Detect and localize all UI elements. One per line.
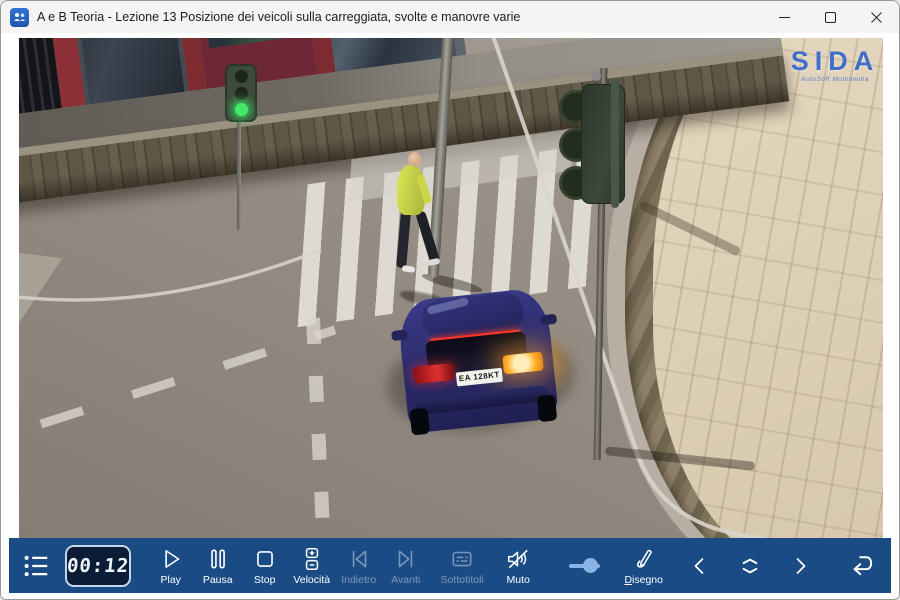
store-traffic-light [225, 64, 257, 122]
elapsed-time-display: 00:12 [65, 545, 131, 587]
green-lamp-on [235, 103, 248, 116]
draw-button[interactable]: Disegno [624, 546, 663, 586]
car-body: EA 128KT [396, 287, 559, 434]
chevron-up-down-icon [736, 552, 764, 580]
maximize-button[interactable] [807, 1, 853, 33]
window-title: A e B Teoria - Lezione 13 Posizione dei … [37, 10, 520, 24]
play-label: Play [160, 574, 180, 586]
app-users-icon [10, 8, 29, 27]
skip-next-icon [393, 546, 419, 572]
sida-logo-subtext: AutoSoft Multimedia [783, 76, 883, 83]
next-slide-button[interactable] [785, 549, 815, 583]
lesson-navigation [685, 549, 891, 583]
blue-car: EA 128KT [388, 280, 573, 449]
index-updown-button[interactable] [735, 549, 765, 583]
pedestrian-leg [415, 211, 440, 264]
right-turn-signal [502, 351, 544, 374]
car-mirror [391, 329, 408, 341]
video-viewport[interactable]: EA 128KT SIDA AutoSoft Multimedia [19, 38, 883, 538]
volume-slider-thumb[interactable] [583, 558, 598, 573]
store-traffic-light-pole [237, 118, 241, 230]
stop-button[interactable]: Stop [241, 546, 288, 586]
mute-button[interactable]: Muto [495, 546, 541, 586]
minimize-button[interactable] [761, 1, 807, 33]
return-arrow-icon [849, 551, 879, 581]
transport-controls: Play Pausa Stop [147, 546, 541, 586]
chevron-left-icon [688, 554, 712, 578]
draw-label: Disegno [624, 574, 663, 586]
mute-icon [505, 546, 531, 572]
content-area: EA 128KT SIDA AutoSoft Multimedia [1, 33, 899, 599]
red-lamp-off [235, 70, 248, 83]
pause-button[interactable]: Pausa [194, 546, 241, 586]
pen-icon [631, 546, 657, 572]
pedestrian [387, 152, 447, 310]
pedestrian-shoe [427, 258, 441, 267]
stop-label: Stop [254, 574, 276, 586]
car-wheel [409, 408, 430, 436]
titlebar: A e B Teoria - Lezione 13 Posizione dei … [1, 1, 899, 34]
pause-icon [205, 546, 231, 572]
return-button[interactable] [849, 549, 879, 583]
chevron-right-icon [788, 554, 812, 578]
pedestrian-shoe [402, 265, 416, 273]
playlist-button[interactable] [21, 551, 51, 581]
mute-label: Muto [507, 574, 530, 586]
play-button[interactable]: Play [147, 546, 194, 586]
subtitles-label: Sottotitoli [441, 574, 484, 586]
traffic-light-cap [591, 71, 601, 81]
skip-previous-icon [346, 546, 372, 572]
previous-slide-button[interactable] [685, 549, 715, 583]
pause-label: Pausa [203, 574, 233, 586]
speed-button[interactable]: Velocità [288, 546, 335, 586]
play-icon [158, 546, 184, 572]
car-wheel [537, 394, 558, 422]
list-icon [21, 551, 51, 581]
subtitles-icon [449, 546, 475, 572]
traffic-light-bracket [611, 78, 619, 208]
elapsed-time: 00:12 [66, 555, 131, 577]
pedestrian-head [408, 152, 421, 167]
subtitles-button: Sottotitoli [429, 546, 495, 586]
back-button: Indietro [335, 546, 382, 586]
close-button[interactable] [853, 1, 899, 33]
app-window: A e B Teoria - Lezione 13 Posizione dei … [0, 0, 900, 600]
speed-label: Velocità [293, 574, 330, 586]
left-taillight [413, 363, 455, 384]
traffic-light-back [565, 84, 631, 202]
pedestrian-leg [396, 212, 411, 269]
back-label: Indietro [341, 574, 376, 586]
car-bumper [414, 385, 549, 415]
forward-label: Avanti [391, 574, 420, 586]
yellow-lamp-off [235, 87, 248, 100]
forward-button: Avanti [382, 546, 429, 586]
speed-icon [299, 546, 325, 572]
sida-logo-text: SIDA [783, 48, 883, 75]
stop-icon [252, 546, 278, 572]
player-toolbar: 00:12 Play Pausa [9, 538, 891, 593]
sida-logo: SIDA AutoSoft Multimedia [783, 48, 883, 83]
car-mirror [540, 314, 557, 326]
volume-slider[interactable] [569, 553, 600, 579]
